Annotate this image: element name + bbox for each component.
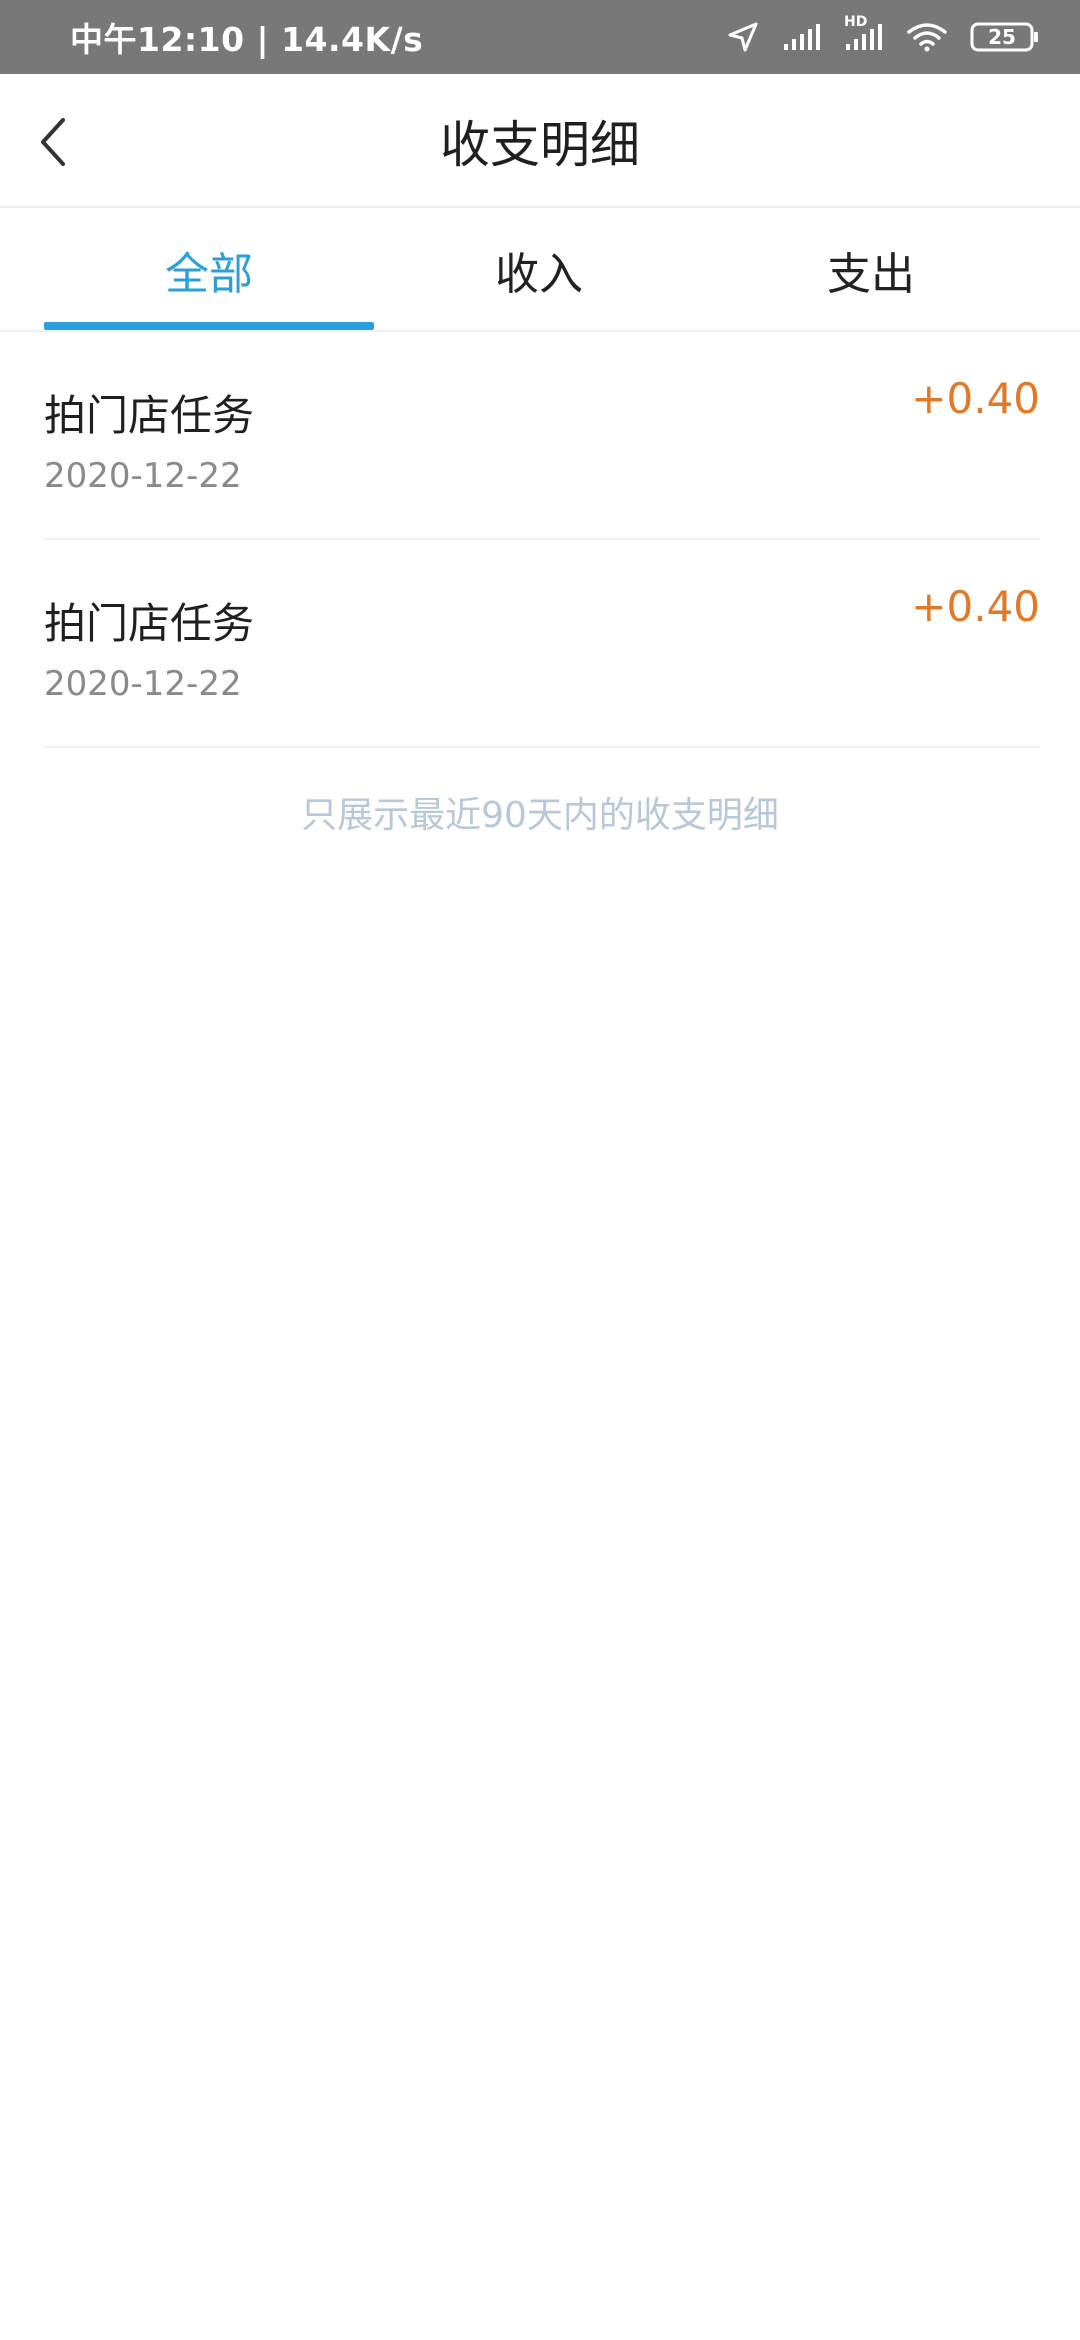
list-item[interactable]: 拍门店任务 2020-12-22 +0.40 [44, 332, 1040, 540]
transaction-date: 2020-12-22 [44, 456, 242, 496]
hd-label: HD [844, 14, 868, 30]
page-title: 收支明细 [440, 116, 640, 174]
transaction-list: 拍门店任务 2020-12-22 +0.40 拍门店任务 2020-12-22 … [0, 332, 1080, 748]
tab-active-indicator [44, 322, 374, 330]
footer-note: 只展示最近90天内的收支明细 [301, 795, 779, 836]
signal-hd-icon: HD [844, 14, 884, 52]
transaction-title: 拍门店任务 [44, 599, 255, 648]
transaction-amount: +0.40 [911, 374, 1040, 423]
transaction-title: 拍门店任务 [44, 391, 255, 440]
transaction-amount: +0.40 [911, 582, 1040, 631]
header: 收支明细 [0, 74, 1080, 208]
status-bar: 中午12:10 | 14.4K/s HD 25 [0, 0, 1080, 74]
list-item[interactable]: 拍门店任务 2020-12-22 +0.40 [44, 540, 1040, 748]
signal-icon [782, 22, 822, 52]
tab-expense[interactable]: 支出 [706, 208, 1036, 332]
tab-bar: 全部 收入 支出 [0, 208, 1080, 332]
wifi-icon [906, 21, 948, 53]
battery-level: 25 [988, 25, 1016, 49]
transaction-date: 2020-12-22 [44, 664, 242, 704]
tab-all[interactable]: 全部 [44, 208, 374, 332]
status-time-speed: 中午12:10 | 14.4K/s [70, 20, 424, 59]
tab-income[interactable]: 收入 [374, 208, 704, 332]
location-arrow-icon [726, 20, 760, 54]
status-icons: HD 25 [726, 0, 1040, 74]
battery-icon: 25 [970, 20, 1040, 54]
